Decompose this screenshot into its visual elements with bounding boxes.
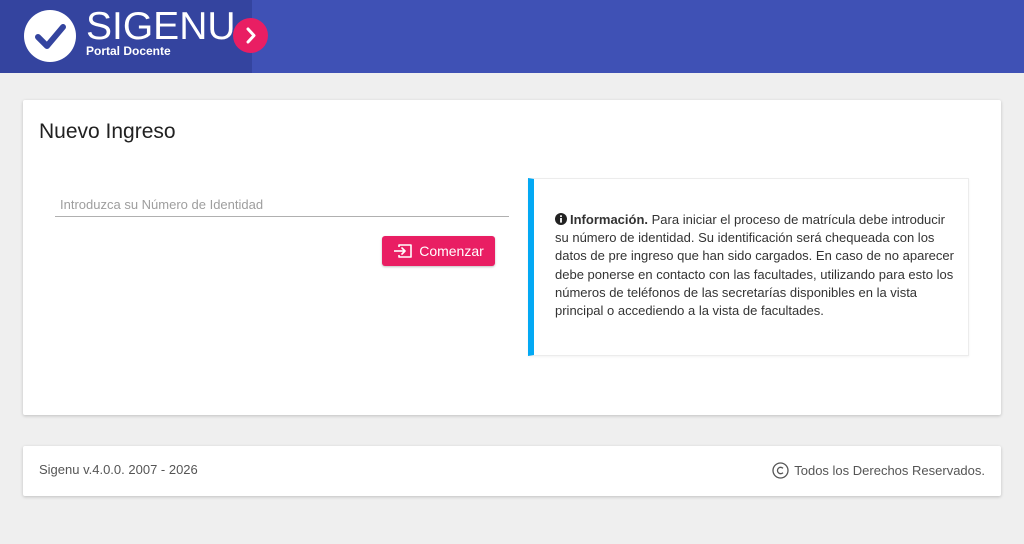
brand-subtitle: Portal Docente — [86, 44, 171, 58]
page-title: Nuevo Ingreso — [39, 120, 176, 143]
start-button-label: Comenzar — [419, 243, 484, 259]
start-button[interactable]: Comenzar — [382, 236, 495, 266]
top-app-bar: SIGENU Portal Docente — [0, 0, 1024, 73]
brand-title: SIGENU — [86, 5, 236, 48]
chevron-right-icon — [246, 27, 256, 44]
info-circle-icon — [555, 213, 567, 225]
login-icon — [394, 244, 413, 258]
info-body: Para iniciar el proceso de matrícula deb… — [555, 212, 954, 319]
rights-notice: Todos los Derechos Reservados. — [772, 462, 985, 479]
rights-text: Todos los Derechos Reservados. — [794, 463, 985, 478]
version-text: Sigenu v.4.0.0. 2007 - 2026 — [39, 462, 198, 477]
info-panel: Información. Para iniciar el proceso de … — [528, 178, 969, 356]
info-text: Información. Para iniciar el proceso de … — [555, 211, 955, 320]
copyright-icon — [772, 462, 789, 479]
new-enrollment-card: Nuevo Ingreso Comenzar Información. Para… — [23, 100, 1001, 415]
info-heading: Información. — [570, 212, 649, 227]
brand-panel: SIGENU Portal Docente — [0, 0, 252, 73]
footer: Sigenu v.4.0.0. 2007 - 2026 Todos los De… — [23, 446, 1001, 496]
identity-number-input[interactable] — [55, 192, 509, 217]
check-circle-icon — [24, 10, 76, 62]
sidebar-toggle-button[interactable] — [233, 18, 268, 53]
